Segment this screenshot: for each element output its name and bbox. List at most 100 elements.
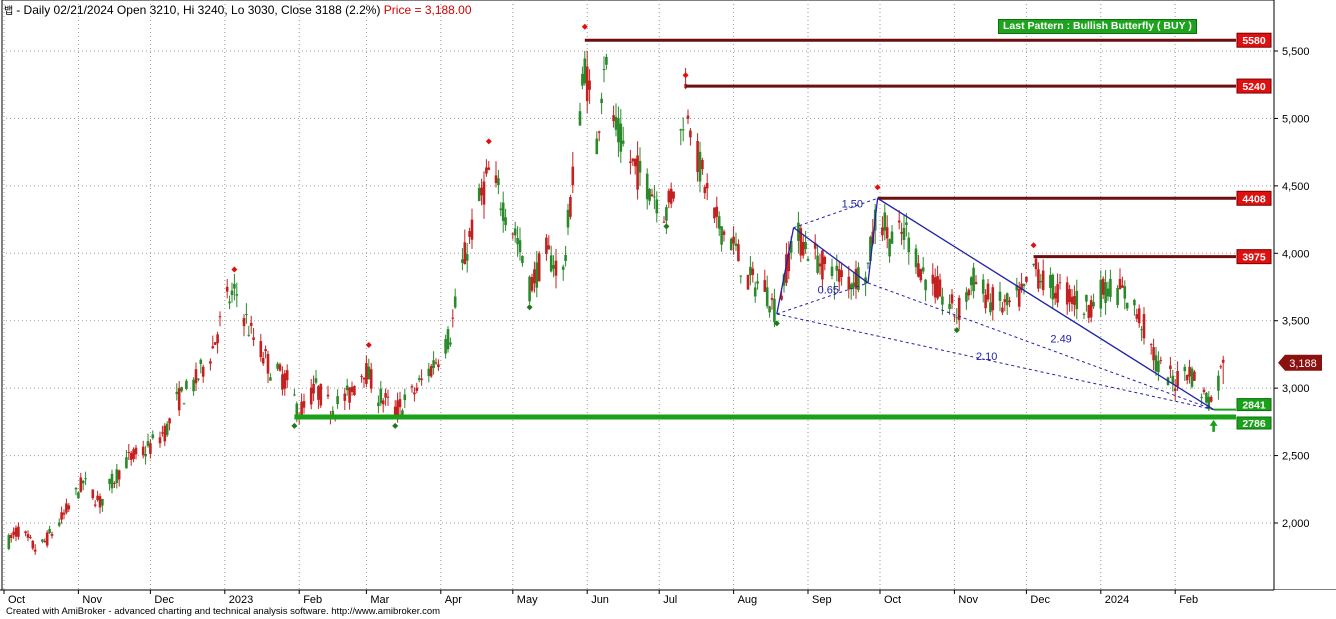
candle-body [1001, 307, 1004, 313]
candle-body [96, 495, 99, 501]
candle-body [564, 254, 567, 262]
candle-body [1209, 396, 1213, 402]
candle-body [163, 425, 167, 442]
candle-body [249, 322, 253, 326]
candle-body [866, 262, 870, 264]
candle-body [93, 504, 97, 506]
candle-body [194, 369, 198, 384]
candle-body [410, 386, 414, 388]
candle-body [883, 212, 887, 231]
candle-body [117, 470, 121, 480]
candle-body [62, 512, 66, 515]
candle-body [415, 387, 419, 391]
y-tick-label: 2,000 [1282, 518, 1310, 530]
candle-body [369, 369, 373, 389]
candle-body [981, 279, 985, 294]
candle-body [1202, 389, 1206, 392]
candle-body [115, 469, 119, 483]
symbol-label: 뱁 [4, 6, 14, 17]
candle-body [621, 140, 625, 144]
candle-body [595, 138, 599, 155]
candle-body [230, 290, 234, 296]
candle-body [485, 167, 488, 174]
candle-body [367, 366, 371, 380]
candle-body [401, 410, 404, 415]
candle-body [1185, 375, 1189, 381]
candle-body [41, 539, 44, 542]
candle-body [763, 280, 767, 292]
candle-body [247, 334, 251, 336]
candle-body [933, 277, 937, 298]
candle-body [561, 266, 565, 270]
candle-body [74, 487, 78, 490]
candle-body [317, 386, 320, 400]
candle-body [679, 129, 683, 131]
candle-body [276, 363, 279, 369]
candle-body [149, 443, 152, 454]
candle-body [285, 370, 289, 381]
candle-body [751, 268, 755, 275]
candle-body [549, 255, 553, 272]
candle-body [614, 116, 618, 130]
candle-body [497, 178, 500, 186]
candle-body [494, 175, 498, 184]
candle-body [1109, 278, 1112, 297]
candle-body [965, 292, 968, 302]
candle-body [801, 241, 805, 256]
candle-body [1159, 359, 1163, 361]
candle-body [113, 482, 116, 484]
price-readout: Price = 3,188.00 [383, 3, 472, 17]
candle-body [501, 202, 505, 221]
candle-body [216, 334, 219, 344]
candle-body [1070, 296, 1074, 304]
candle-body [662, 221, 666, 223]
candle-body [1005, 293, 1009, 306]
candle-body [583, 58, 587, 84]
resistance-label: 4408 [1242, 193, 1266, 205]
candle-body [343, 393, 347, 401]
candle-body [175, 391, 179, 395]
candle-body [252, 337, 255, 340]
candle-body [569, 197, 572, 217]
candle-body [1056, 284, 1059, 303]
candle-body [705, 183, 709, 189]
candle-body [837, 269, 841, 282]
candle-body [936, 276, 939, 299]
candle-body [998, 291, 1002, 301]
y-tick-label: 3,500 [1282, 316, 1310, 328]
candle-body [516, 237, 519, 245]
candle-body [1121, 285, 1124, 288]
candle-body [1135, 314, 1139, 319]
candle-body [1073, 296, 1076, 305]
candle-body [1123, 286, 1127, 299]
candle-body [840, 270, 843, 277]
candle-body [451, 317, 455, 319]
candle-body [734, 243, 738, 246]
candle-body [29, 537, 32, 539]
x-tick-label: Dec [154, 594, 174, 606]
candle-body [600, 98, 603, 104]
candle-body [326, 394, 330, 397]
candle-body [1039, 280, 1043, 283]
candle-body [1051, 274, 1055, 300]
candle-body [185, 380, 188, 389]
candle-body [1041, 270, 1045, 291]
candle-body [1221, 359, 1225, 363]
candle-body [151, 434, 155, 439]
candle-body [521, 255, 524, 264]
candle-body [967, 289, 971, 296]
candle-body [165, 423, 169, 436]
candle-body [242, 318, 246, 327]
candle-body [518, 240, 522, 253]
x-tick-label: Mar [370, 594, 389, 606]
candle-body [672, 191, 675, 199]
x-tick-label: Feb [303, 594, 322, 606]
candle-body [17, 526, 20, 537]
candle-body [362, 377, 366, 380]
candle-body [1133, 299, 1136, 306]
pattern-ratio-label: 2.10 [976, 351, 997, 363]
candle-body [1169, 365, 1172, 369]
candle-body [463, 242, 467, 265]
candle-body [84, 478, 87, 480]
candle-body [900, 231, 903, 234]
